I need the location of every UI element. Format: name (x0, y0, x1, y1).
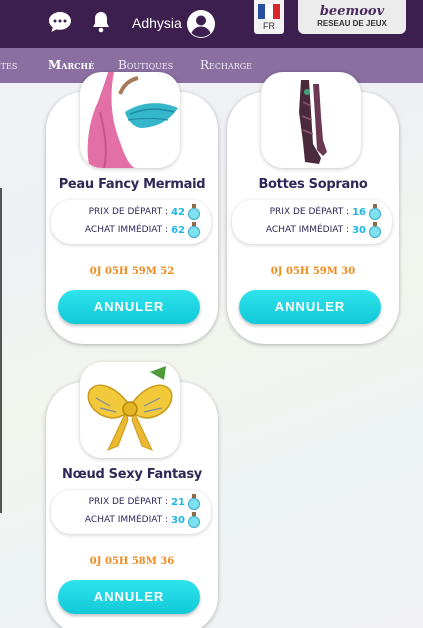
bell-icon[interactable] (91, 10, 111, 34)
start-price-label: PRIX DE DÉPART : (88, 207, 169, 217)
panel-edge (0, 188, 2, 513)
buy-now-label: ACHAT IMMÉDIAT : (84, 515, 169, 525)
cancel-button[interactable]: ANNULER (58, 580, 200, 614)
france-flag-icon (258, 4, 280, 19)
price-box: PRIX DE DÉPART : 16 ACHAT IMMÉDIAT : 30 (232, 200, 392, 244)
start-price-value: 42 (171, 206, 185, 218)
maana-potion-icon (188, 204, 200, 220)
price-box: PRIX DE DÉPART : 21 ACHAT IMMÉDIAT : 30 (51, 490, 211, 534)
buy-now-value: 30 (171, 514, 185, 526)
item-image[interactable] (261, 72, 361, 168)
buy-now-row: ACHAT IMMÉDIAT : 30 (85, 512, 201, 528)
boots-icon (299, 80, 327, 164)
start-price-row: PRIX DE DÉPART : 21 (89, 494, 201, 510)
maana-potion-icon (188, 494, 200, 510)
mermaid-tail-icon (87, 72, 178, 168)
listing-card: Nœud Sexy Fantasy PRIX DE DÉPART : 21 AC… (46, 362, 218, 628)
listing-card: Bottes Soprano PRIX DE DÉPART : 16 ACHAT… (227, 72, 399, 344)
price-box: PRIX DE DÉPART : 42 ACHAT IMMÉDIAT : 62 (51, 200, 211, 244)
nav-item-betes[interactable]: Bêtes (0, 58, 17, 72)
start-price-value: 16 (352, 206, 366, 218)
start-price-label: PRIX DE DÉPART : (88, 497, 169, 507)
buy-now-row: ACHAT IMMÉDIAT : 30 (266, 222, 382, 238)
language-selector[interactable]: FR (254, 0, 284, 34)
start-price-row: PRIX DE DÉPART : 16 (270, 204, 382, 220)
nav-item-recharge[interactable]: Recharge (200, 58, 252, 72)
buy-now-label: ACHAT IMMÉDIAT : (265, 225, 350, 235)
nav-item-boutiques[interactable]: Boutiques (118, 58, 173, 72)
maana-potion-icon (188, 512, 200, 528)
cancel-button[interactable]: ANNULER (58, 290, 200, 324)
time-remaining: 0J 05H 59M 52 (89, 266, 175, 277)
item-name: Bottes Soprano (258, 177, 368, 192)
nav-item-marche[interactable]: Marché (48, 58, 94, 72)
cancel-button[interactable]: ANNULER (239, 290, 381, 324)
beemoov-logo[interactable]: beemoov RESEAU DE JEUX (298, 0, 406, 34)
user-avatar-icon[interactable] (186, 9, 216, 39)
time-remaining: 0J 05H 59M 30 (270, 266, 356, 277)
item-name: Nœud Sexy Fantasy (61, 467, 202, 482)
username[interactable]: Adhysia (132, 15, 182, 31)
item-name: Peau Fancy Mermaid (58, 177, 206, 192)
brand-logo-text: beemoov (319, 4, 385, 19)
maana-potion-icon (369, 222, 381, 238)
bow-icon (87, 366, 173, 451)
chat-icon[interactable] (48, 11, 72, 33)
start-price-label: PRIX DE DÉPART : (269, 207, 350, 217)
top-bar: Adhysia FR beemoov RESEAU DE JEUX (0, 0, 423, 48)
buy-now-row: ACHAT IMMÉDIAT : 62 (85, 222, 201, 238)
time-remaining: 0J 05H 58M 36 (89, 556, 175, 567)
brand-subtitle: RESEAU DE JEUX (317, 19, 387, 28)
language-code: FR (263, 21, 275, 31)
start-price-row: PRIX DE DÉPART : 42 (89, 204, 201, 220)
main-nav: Bêtes Marché Boutiques Recharge (0, 48, 423, 83)
buy-now-value: 62 (171, 224, 185, 236)
maana-potion-icon (369, 204, 381, 220)
buy-now-value: 30 (352, 224, 366, 236)
maana-potion-icon (188, 222, 200, 238)
listing-card: Peau Fancy Mermaid PRIX DE DÉPART : 42 A… (46, 72, 218, 344)
buy-now-label: ACHAT IMMÉDIAT : (84, 225, 169, 235)
item-image[interactable] (80, 72, 180, 168)
start-price-value: 21 (171, 496, 185, 508)
item-image[interactable] (80, 362, 180, 458)
